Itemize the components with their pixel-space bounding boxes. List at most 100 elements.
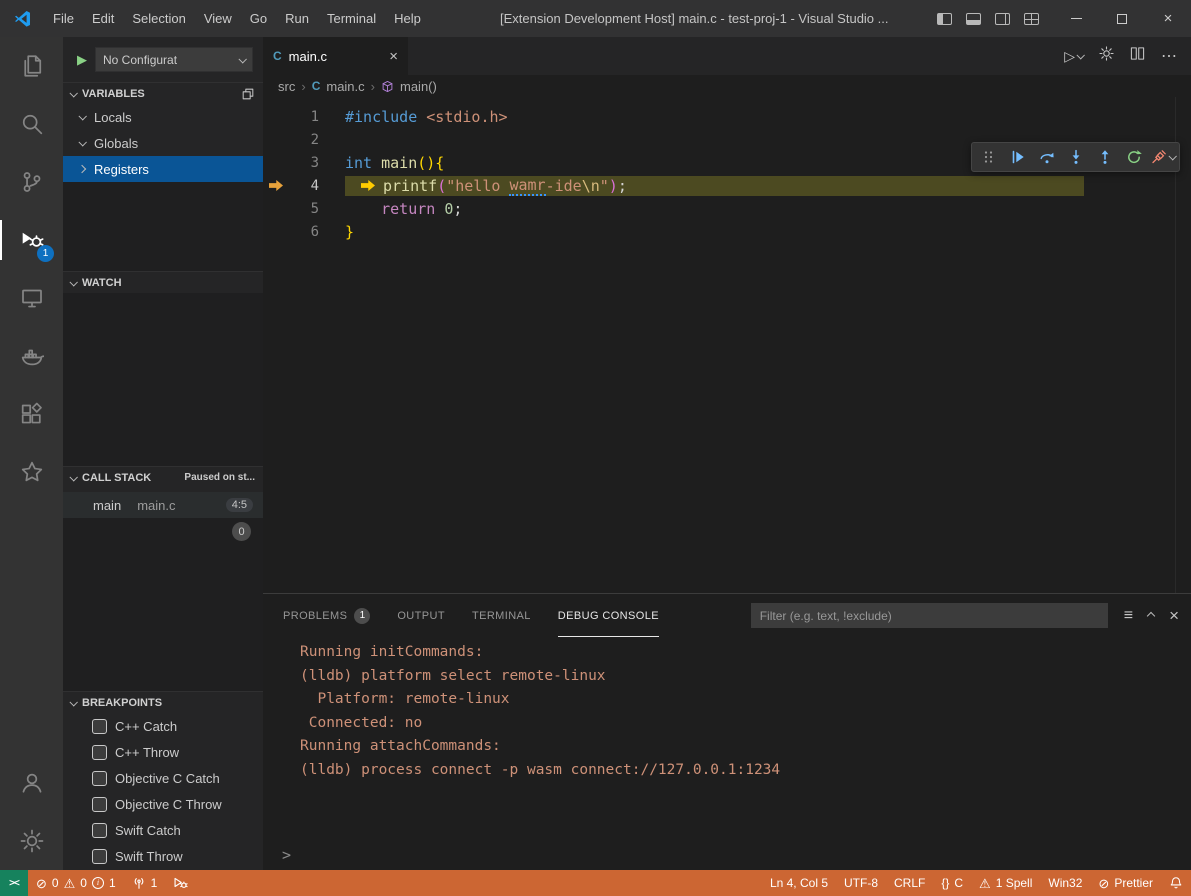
menu-run[interactable]: Run	[276, 0, 318, 37]
ports-status[interactable]: 1	[124, 870, 166, 896]
settings-gear-icon	[20, 829, 44, 853]
breakpoints-section-header[interactable]: BREAKPOINTS	[63, 691, 263, 713]
variables-item-globals[interactable]: Globals	[63, 130, 263, 156]
launch-configuration-dropdown[interactable]: No Configurat	[95, 47, 253, 72]
code-line[interactable]: 5 return 0;	[263, 197, 1191, 220]
variables-section-header[interactable]: VARIABLES	[63, 82, 263, 104]
split-editor-button[interactable]	[1130, 46, 1145, 66]
sidebar-item-run-and-debug[interactable]: 1	[0, 211, 63, 269]
breadcrumb-file[interactable]: main.c	[326, 79, 364, 94]
menu-terminal[interactable]: Terminal	[318, 0, 385, 37]
breadcrumb-symbol[interactable]: main()	[400, 79, 437, 94]
close-window-button[interactable]: ×	[1145, 0, 1191, 37]
spell-status[interactable]: ⚠ 1 Spell	[971, 870, 1040, 896]
run-or-debug-button[interactable]: ▷	[1064, 48, 1083, 65]
breakpoint-checkbox[interactable]	[92, 771, 107, 786]
sidebar-item-favorites[interactable]	[0, 443, 63, 501]
code-editor[interactable]: 1#include <stdio.h>23int main(){4printf(…	[263, 97, 1191, 593]
menu-edit[interactable]: Edit	[83, 0, 123, 37]
remote-explorer-icon	[20, 286, 44, 310]
minimize-button[interactable]	[1053, 0, 1099, 37]
breakpoint-gutter[interactable]	[263, 180, 289, 191]
breakpoint-row[interactable]: Objective C Catch	[63, 765, 263, 791]
close-panel-icon[interactable]: ×	[1169, 607, 1179, 624]
console-filter-input[interactable]	[751, 603, 1108, 628]
breakpoint-checkbox[interactable]	[92, 745, 107, 760]
menu-go[interactable]: Go	[241, 0, 276, 37]
variables-tree: LocalsGlobalsRegisters	[63, 104, 263, 182]
maximize-button[interactable]	[1099, 0, 1145, 37]
disconnect-button[interactable]	[1148, 143, 1177, 171]
prettier-status[interactable]: ⊘ Prettier	[1090, 870, 1161, 896]
remote-indicator[interactable]: ><	[0, 870, 28, 896]
continue-button[interactable]	[1003, 143, 1032, 171]
maximize-icon	[1117, 14, 1127, 24]
chevron-up-icon[interactable]	[1147, 611, 1155, 619]
sidebar-item-source-control[interactable]	[0, 153, 63, 211]
disconnect-icon	[1151, 149, 1167, 165]
step-over-button[interactable]	[1032, 143, 1061, 171]
sidebar-item-explorer[interactable]	[0, 37, 63, 95]
customize-layout-icon[interactable]	[1024, 13, 1039, 25]
toolbar-drag-handle[interactable]	[974, 143, 1003, 171]
menu-selection[interactable]: Selection	[123, 0, 194, 37]
code-token: "hello	[446, 177, 509, 195]
menu-lines-icon[interactable]: ≡	[1124, 608, 1133, 624]
language-mode[interactable]: {} C	[933, 870, 971, 896]
console-output[interactable]: Running initCommands:(lldb) platform sel…	[263, 637, 1191, 870]
toggle-secondary-sidebar-icon[interactable]	[995, 13, 1010, 25]
step-into-button[interactable]	[1061, 143, 1090, 171]
breadcrumb-folder[interactable]: src	[278, 79, 295, 94]
panel-tab-terminal[interactable]: TERMINAL	[472, 594, 531, 637]
breakpoint-row[interactable]: C++ Throw	[63, 739, 263, 765]
manage-button[interactable]	[0, 812, 63, 870]
console-input-prompt[interactable]: >	[282, 846, 291, 864]
notifications-button[interactable]	[1161, 870, 1191, 896]
start-debugging-icon[interactable]: ▶	[77, 52, 87, 68]
breakpoint-row[interactable]: C++ Catch	[63, 713, 263, 739]
accounts-button[interactable]	[0, 754, 63, 812]
breakpoint-row[interactable]: Swift Throw	[63, 843, 263, 869]
breakpoint-row[interactable]: Swift Catch	[63, 817, 263, 843]
variables-item-locals[interactable]: Locals	[63, 104, 263, 130]
sidebar-item-docker[interactable]	[0, 327, 63, 385]
menu-file[interactable]: File	[44, 0, 83, 37]
panel-tab-debug-console[interactable]: DEBUG CONSOLE	[558, 594, 659, 637]
platform-status[interactable]: Win32	[1040, 870, 1090, 896]
variables-item-registers[interactable]: Registers	[63, 156, 263, 182]
sidebar-item-search[interactable]	[0, 95, 63, 153]
watch-section-header[interactable]: WATCH	[63, 271, 263, 293]
console-line: Connected: no	[300, 712, 1191, 736]
debug-status[interactable]	[165, 870, 196, 896]
restart-button[interactable]	[1119, 143, 1148, 171]
code-line[interactable]: 6}	[263, 220, 1191, 243]
encoding-indicator[interactable]: UTF-8	[836, 870, 886, 896]
panel-tab-problems[interactable]: PROBLEMS1	[283, 594, 370, 637]
sidebar-item-extensions[interactable]	[0, 385, 63, 443]
code-line[interactable]: 4printf("hello wamr-ide\n");	[263, 174, 1191, 197]
breakpoint-checkbox[interactable]	[92, 849, 107, 864]
copy-icon[interactable]	[241, 87, 255, 101]
toggle-panel-icon[interactable]	[966, 13, 981, 25]
close-tab-icon[interactable]: ×	[389, 49, 398, 64]
call-stack-section-header[interactable]: CALL STACK Paused on st...	[63, 466, 263, 488]
toggle-primary-sidebar-icon[interactable]	[937, 13, 952, 25]
menu-bar: FileEditSelectionViewGoRunTerminalHelp	[44, 0, 430, 37]
breakpoint-checkbox[interactable]	[92, 797, 107, 812]
eol-indicator[interactable]: CRLF	[886, 870, 933, 896]
menu-help[interactable]: Help	[385, 0, 430, 37]
breakpoint-checkbox[interactable]	[92, 823, 107, 838]
step-out-button[interactable]	[1090, 143, 1119, 171]
panel-tab-output[interactable]: OUTPUT	[397, 594, 445, 637]
problems-status[interactable]: ⊘ 0 ⚠ 0 i 1	[28, 870, 124, 896]
tab-main-c[interactable]: C main.c ×	[263, 37, 408, 75]
cursor-position[interactable]: Ln 4, Col 5	[762, 870, 836, 896]
editor-settings-button[interactable]	[1099, 46, 1114, 66]
breakpoint-checkbox[interactable]	[92, 719, 107, 734]
breakpoint-row[interactable]: Objective C Throw	[63, 791, 263, 817]
more-actions-button[interactable]: ⋯	[1161, 46, 1177, 66]
stack-frame-row[interactable]: main main.c 4:5	[63, 492, 263, 518]
sidebar-item-remote-explorer[interactable]	[0, 269, 63, 327]
code-line[interactable]: 1#include <stdio.h>	[263, 105, 1191, 128]
menu-view[interactable]: View	[195, 0, 241, 37]
